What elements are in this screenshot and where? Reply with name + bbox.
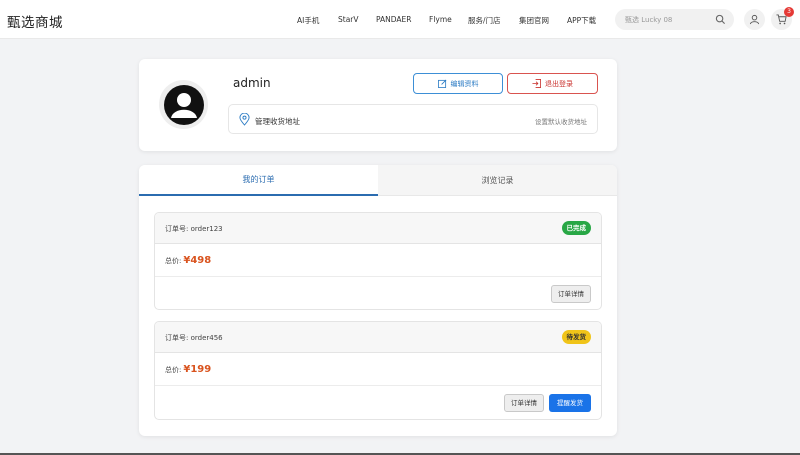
logout-button[interactable]: 退出登录 (507, 73, 598, 94)
address-manage-label: 管理收货地址 (255, 117, 300, 126)
edit-icon (437, 79, 446, 88)
order-number: 订单号: order456 (165, 334, 223, 342)
cart-count-badge: 3 (784, 7, 794, 17)
order-item: 订单号: order123 已完成 总价: ¥498 订单详情 (154, 212, 602, 310)
order-total: 总价: ¥498 (165, 255, 211, 266)
remind-shipping-button[interactable]: 提醒发货 (549, 394, 591, 412)
divider (155, 385, 601, 386)
order-price: ¥199 (183, 364, 212, 375)
nav-item-group[interactable]: 集团官网 (519, 15, 549, 26)
profile-card: admin 编辑资料 退出登录 管理收货地址 设置默认收货地址 (139, 59, 617, 151)
username: admin (233, 76, 271, 90)
order-item: 订单号: order456 待发货 总价: ¥199 订单详情 提醒发货 (154, 321, 602, 420)
orders-card: 我的订单 浏览记录 订单号: order123 已完成 总价: ¥498 订单详情… (139, 165, 617, 436)
total-label: 总价: (165, 366, 182, 374)
nav-item-pandaer[interactable]: PANDAER (376, 15, 412, 24)
nav-item-app-download[interactable]: APP下载 (567, 15, 596, 26)
brand-logo[interactable]: 甄选商城 (7, 11, 63, 31)
logout-label: 退出登录 (545, 79, 573, 88)
location-pin-icon (239, 113, 250, 126)
search-icon[interactable] (715, 14, 726, 25)
nav-item-ai-phone[interactable]: AI手机 (297, 15, 319, 26)
total-label: 总价: (165, 257, 182, 265)
order-number: 订单号: order123 (165, 225, 223, 233)
user-avatar-icon (163, 84, 204, 125)
user-icon[interactable] (744, 9, 765, 30)
order-header: 订单号: order456 待发货 (155, 322, 601, 353)
order-detail-button[interactable]: 订单详情 (504, 394, 544, 412)
search-placeholder: 甄选 Lucky 08 (625, 16, 673, 24)
status-badge: 已完成 (561, 221, 591, 235)
tab-bar: 我的订单 浏览记录 (139, 165, 617, 196)
status-badge: 待发货 (561, 330, 591, 344)
search-input[interactable]: 甄选 Lucky 08 (615, 9, 734, 30)
tab-my-orders[interactable]: 我的订单 (139, 165, 378, 196)
nav-item-flyme[interactable]: Flyme (429, 15, 452, 24)
tab-browse-history[interactable]: 浏览记录 (378, 165, 617, 196)
nav-item-service[interactable]: 服务/门店 (468, 15, 501, 26)
order-price: ¥498 (183, 255, 212, 266)
edit-profile-label: 编辑资料 (450, 79, 479, 88)
order-total: 总价: ¥199 (165, 364, 211, 375)
address-manage-row[interactable]: 管理收货地址 设置默认收货地址 (228, 104, 598, 134)
logout-icon (532, 79, 541, 88)
order-detail-button[interactable]: 订单详情 (551, 285, 591, 303)
order-header: 订单号: order123 已完成 (155, 213, 601, 244)
top-header: 甄选商城 AI手机 StarV PANDAER Flyme 服务/门店 集团官网… (0, 0, 800, 39)
edit-profile-button[interactable]: 编辑资料 (413, 73, 503, 94)
avatar (159, 80, 208, 129)
nav-item-starv[interactable]: StarV (338, 15, 359, 24)
divider (155, 276, 601, 277)
set-default-address-link[interactable]: 设置默认收货地址 (535, 116, 587, 126)
